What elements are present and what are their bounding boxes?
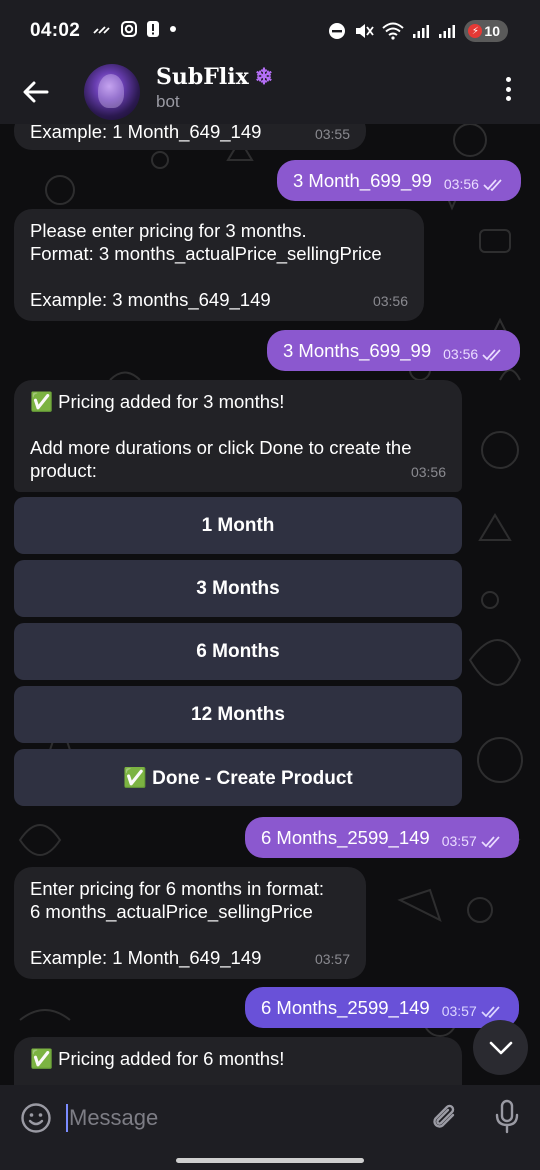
keyboard-button-6-months[interactable]: 6 Months — [14, 623, 462, 680]
keyboard-button-done-create-product[interactable]: ✅ Done - Create Product — [14, 749, 462, 806]
text-caret — [66, 1104, 68, 1132]
battery-level: 10 — [484, 23, 500, 39]
message-meta: 03:56 — [444, 173, 505, 196]
message-meta: 03:56 — [443, 343, 504, 366]
incoming-message[interactable]: Enter pricing for 6 months in format: 6 … — [14, 867, 366, 979]
outgoing-message[interactable]: 6 Months_2599_149 03:57 — [245, 987, 519, 1028]
microphone-icon — [495, 1099, 519, 1134]
keyboard-button-3-months[interactable]: 3 Months — [14, 560, 462, 617]
keyboard-button-1-month[interactable]: 1 Month — [14, 497, 462, 554]
message-time: 03:56 — [410, 464, 446, 480]
snowflake-emoji-icon: ❄ — [254, 64, 274, 90]
arrow-left-icon — [23, 81, 49, 103]
incoming-message[interactable]: Example: 1 Month_649_149 03:55 — [14, 124, 366, 150]
message-text: 6 Months_2599_149 — [261, 827, 430, 848]
incoming-message[interactable]: ✅ Pricing added for 6 months! — [14, 1037, 462, 1085]
double-check-icon — [481, 1005, 500, 1018]
status-time: 04:02 — [30, 20, 81, 41]
message-time: 03:57 — [314, 951, 350, 967]
double-check-icon — [483, 178, 502, 191]
chat-title[interactable]: SubFlix ❄ — [156, 64, 273, 90]
message-text: 6 Months_2599_149 — [261, 997, 430, 1018]
back-button[interactable] — [18, 72, 54, 112]
outgoing-message[interactable]: 3 Months_699_99 03:56 — [267, 330, 521, 371]
message-meta: 03:57 — [442, 830, 503, 853]
charging-bolt-icon: ⚡ — [468, 24, 483, 38]
battery-icon: ⚡ 10 — [464, 20, 508, 42]
message-text: Example: 1 Month_649_149 — [30, 124, 262, 142]
status-bar: 04:02 ⚡ 10 — [0, 0, 540, 64]
alert-icon — [147, 21, 159, 37]
cell-signal-icon — [413, 25, 430, 38]
message-composer: Message — [0, 1085, 540, 1150]
chat-subtitle: bot — [156, 92, 180, 111]
system-nav-bar — [0, 1150, 540, 1170]
message-time: 03:56 — [372, 293, 408, 309]
message-text: ✅ Pricing added for 3 months! Add more d… — [30, 391, 412, 481]
message-text: 3 Months_699_99 — [283, 340, 432, 361]
message-time: 03:55 — [314, 126, 350, 142]
paperclip-icon — [433, 1104, 455, 1128]
avatar[interactable] — [84, 64, 140, 120]
chat-screen: 04:02 ⚡ 10 SubFlix ❄ bot Example: 1 Mont… — [0, 0, 540, 1170]
signal-wave-icon — [93, 26, 110, 34]
chat-title-text: SubFlix — [156, 64, 249, 90]
incoming-message[interactable]: ✅ Pricing added for 3 months! Add more d… — [14, 380, 462, 492]
message-text: Enter pricing for 6 months in format: 6 … — [30, 878, 325, 968]
chat-header: SubFlix ❄ bot — [0, 64, 540, 124]
message-text: Please enter pricing for 3 months. Forma… — [30, 220, 382, 310]
chevron-down-icon — [489, 1041, 512, 1054]
double-check-icon — [482, 348, 501, 361]
home-gesture-pill[interactable] — [176, 1158, 364, 1163]
more-options-button[interactable] — [498, 74, 518, 104]
attach-button[interactable] — [430, 1102, 460, 1139]
message-time: 03:57 — [441, 833, 477, 849]
instagram-icon — [121, 21, 137, 37]
mute-icon — [356, 24, 375, 38]
message-input[interactable]: Message — [66, 1102, 158, 1134]
double-check-icon — [481, 835, 500, 848]
do-not-disturb-icon — [329, 23, 346, 39]
message-time: 03:57 — [441, 1003, 477, 1019]
dot-icon — [170, 26, 176, 32]
smiley-icon — [21, 1103, 51, 1133]
message-input-placeholder: Message — [69, 1105, 159, 1130]
keyboard-button-12-months[interactable]: 12 Months — [14, 686, 462, 743]
wifi-icon — [382, 22, 405, 40]
incoming-message[interactable]: Please enter pricing for 3 months. Forma… — [14, 209, 424, 321]
scroll-to-bottom-button[interactable] — [473, 1020, 528, 1075]
message-time: 03:56 — [443, 346, 479, 362]
cell-signal-icon-2 — [439, 25, 456, 38]
status-left-icons — [92, 20, 178, 38]
message-time: 03:56 — [443, 176, 479, 192]
emoji-button[interactable] — [20, 1102, 52, 1139]
message-text: 3 Month_699_99 — [293, 170, 432, 191]
outgoing-message[interactable]: 6 Months_2599_149 03:57 — [245, 817, 519, 858]
message-meta: 03:57 — [442, 1000, 503, 1023]
message-list[interactable]: Example: 1 Month_649_149 03:55 3 Month_6… — [0, 124, 540, 1085]
outgoing-message[interactable]: 3 Month_699_99 03:56 — [277, 160, 521, 201]
message-text: ✅ Pricing added for 6 months! — [30, 1048, 285, 1069]
voice-record-button[interactable] — [494, 1099, 520, 1140]
status-right-icons: ⚡ 10 — [328, 20, 508, 42]
